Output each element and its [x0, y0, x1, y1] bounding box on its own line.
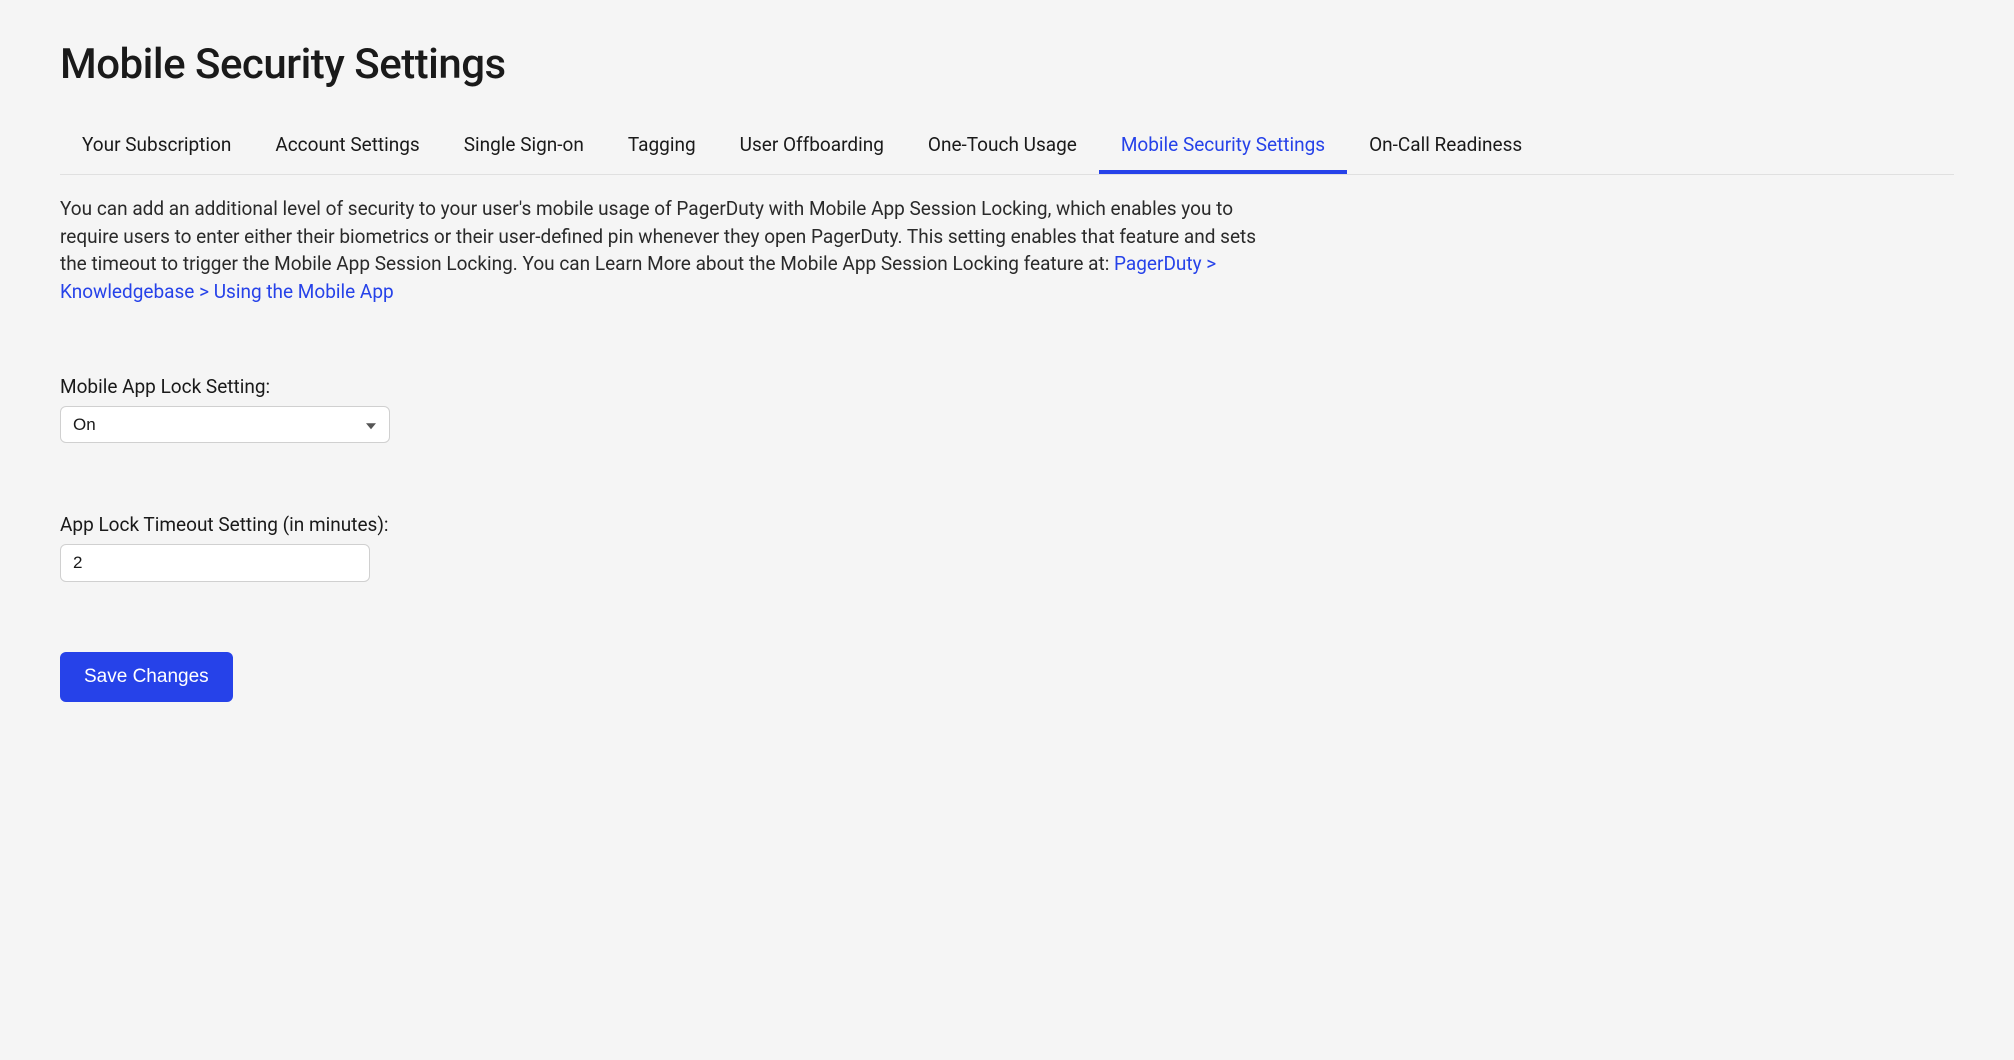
tab-tagging[interactable]: Tagging [606, 119, 718, 174]
tab-mobile-security-settings[interactable]: Mobile Security Settings [1099, 119, 1347, 174]
tab-on-call-readiness[interactable]: On-Call Readiness [1347, 119, 1544, 174]
description-text: You can add an additional level of secur… [60, 195, 1260, 305]
page-title: Mobile Security Settings [60, 40, 1954, 89]
lock-setting-select[interactable]: On [60, 406, 390, 443]
description-body: You can add an additional level of secur… [60, 197, 1256, 275]
timeout-setting-label: App Lock Timeout Setting (in minutes): [60, 513, 1954, 536]
lock-setting-group: Mobile App Lock Setting: On [60, 375, 1954, 443]
tab-account-settings[interactable]: Account Settings [253, 119, 441, 174]
tab-single-sign-on[interactable]: Single Sign-on [442, 119, 606, 174]
timeout-input[interactable] [60, 544, 370, 582]
tab-your-subscription[interactable]: Your Subscription [60, 119, 253, 174]
tab-one-touch-usage[interactable]: One-Touch Usage [906, 119, 1099, 174]
lock-setting-select-wrapper: On [60, 406, 390, 443]
tab-user-offboarding[interactable]: User Offboarding [718, 119, 906, 174]
save-changes-button[interactable]: Save Changes [60, 652, 233, 702]
lock-setting-label: Mobile App Lock Setting: [60, 375, 1954, 398]
tabs-nav: Your Subscription Account Settings Singl… [60, 119, 1954, 175]
timeout-setting-group: App Lock Timeout Setting (in minutes): [60, 513, 1954, 582]
